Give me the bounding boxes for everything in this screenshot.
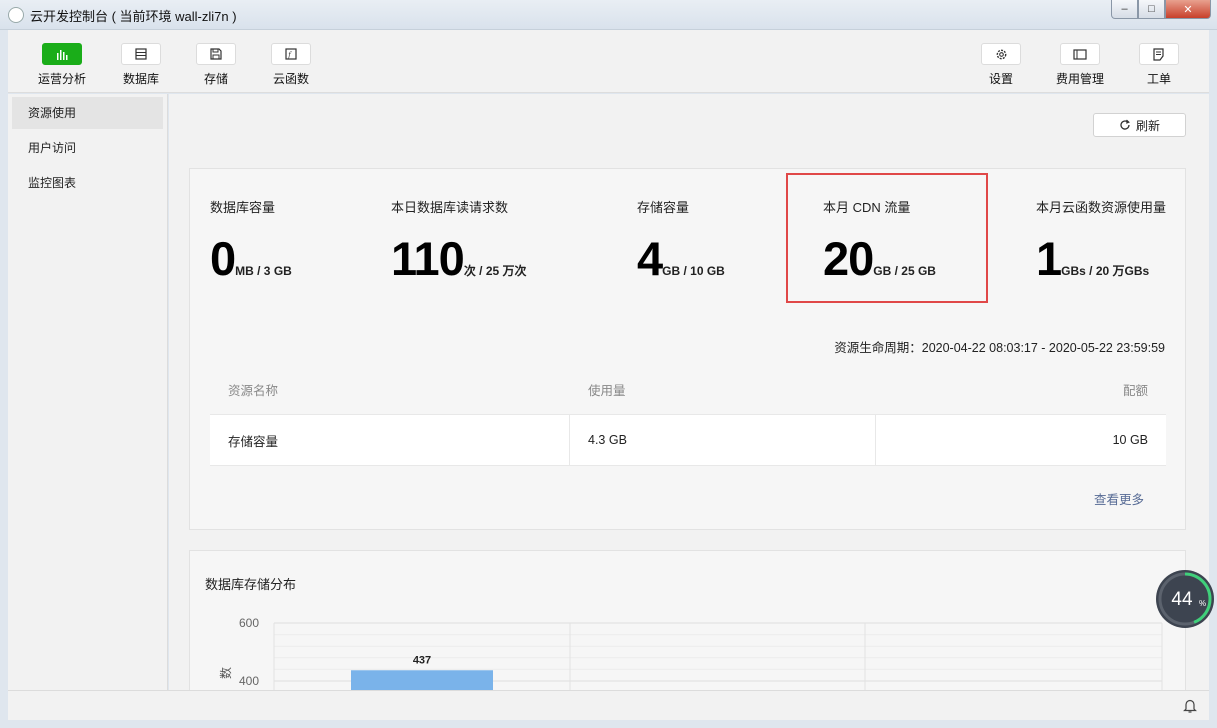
stat-label: 本月云函数资源使用量 [1036,200,1167,215]
sidebar: 资源使用 用户访问 监控图表 [8,94,168,690]
gauge-unit: % [1199,599,1206,608]
y-tick-label: 600 [239,616,259,630]
main-content: 刷新 数据库容量 0MB / 3 GB 本日数据库读请求数 110次 / 25 … [169,94,1209,690]
window-titlebar: 云开发控制台 ( 当前环境 wall-zli7n ) – □ ✕ [0,0,1217,30]
table-cell-quota: 10 GB [1112,433,1148,447]
toolbar-settings-label: 设置 [988,72,1013,86]
y-axis-label: 数 [218,667,233,679]
stat-unit: MB / 3 GB [235,264,292,278]
table-header-row: 资源名称 使用量 配额 [210,364,1166,415]
toolbar-settings[interactable]: 设置 [961,30,1041,93]
gear-icon [996,49,1006,59]
toolbar: 运营分析 数据库 存储 f 云函数 设置 费用管理 工单 [8,30,1209,93]
stat-value: 0 [210,232,236,285]
database-icon [135,48,147,60]
refresh-icon [1120,119,1130,130]
table-row: 存储容量 4.3 GB 10 GB [210,415,1166,466]
sidebar-item-resource-usage[interactable]: 资源使用 [12,97,163,129]
toolbar-storage-label: 存储 [203,72,228,86]
stat-label: 本日数据库读请求数 [391,200,509,215]
progress-gauge[interactable]: 44 % [1155,569,1215,629]
resource-panel: 数据库容量 0MB / 3 GB 本日数据库读请求数 110次 / 25 万次 … [189,168,1186,530]
toolbar-storage[interactable]: 存储 [176,30,256,93]
refresh-label: 刷新 [1135,118,1160,133]
toolbar-ticket-label: 工单 [1146,72,1171,86]
status-bar [8,690,1209,720]
toolbar-database[interactable]: 数据库 [101,30,181,93]
toolbar-billing[interactable]: 费用管理 [1040,30,1120,93]
table-cell-name: 存储容量 [210,415,570,465]
sidebar-item-monitor-charts[interactable]: 监控图表 [12,167,163,199]
storage-icon [210,48,222,60]
app-icon [8,7,24,23]
toolbar-analytics-label: 运营分析 [37,72,86,86]
gauge-value: 44 [1171,589,1193,610]
toolbar-database-label: 数据库 [122,72,159,86]
bar-value-label: 437 [413,654,431,666]
stat-label: 存储容量 [637,200,690,215]
sidebar-item-user-access[interactable]: 用户访问 [12,132,163,164]
stat-value: 1 [1036,232,1062,285]
toolbar-ticket[interactable]: 工单 [1119,30,1199,93]
bar-chart-icon [57,50,68,60]
toolbar-billing-label: 费用管理 [1055,72,1104,86]
minimize-button[interactable]: – [1111,0,1138,19]
table-cell-usage: 4.3 GB [570,415,876,465]
table-header-quota: 配额 [1122,383,1148,398]
billing-icon [1073,48,1087,60]
toolbar-analytics[interactable]: 运营分析 [22,30,102,93]
db-storage-chart-panel: 数据库存储分布 600 400 数 437 [189,550,1186,690]
highlight-box [786,173,988,303]
stat-value: 4 [637,232,663,285]
chart-bar [351,670,493,690]
y-tick-label: 400 [239,674,259,688]
stat-unit: 次 / 25 万次 [463,264,527,278]
svg-text:f: f [287,51,292,59]
resource-table: 资源名称 使用量 配额 存储容量 4.3 GB 10 GB [210,364,1166,466]
refresh-button[interactable]: 刷新 [1093,113,1186,137]
resource-period: 资源生命周期：2020-04-22 08:03:17 - 2020-05-22 … [834,341,1165,355]
toolbar-functions-label: 云函数 [272,72,309,86]
maximize-button[interactable]: □ [1138,0,1165,19]
stat-unit: GB / 10 GB [662,264,725,278]
ticket-icon [1153,47,1164,61]
bell-icon[interactable] [1183,698,1197,713]
function-icon: f [285,48,297,60]
stat-value: 110 [391,232,465,285]
toolbar-functions[interactable]: f 云函数 [251,30,331,93]
table-header-usage: 使用量 [588,383,626,398]
close-button[interactable]: ✕ [1165,0,1211,19]
window-title: 云开发控制台 ( 当前环境 wall-zli7n ) [30,9,237,24]
stat-label: 数据库容量 [210,200,276,215]
view-more-link[interactable]: 查看更多 [1094,489,1144,508]
db-storage-chart: 600 400 数 437 [218,616,1163,690]
table-header-name: 资源名称 [228,383,279,398]
stat-unit: GBs / 20 万GBs [1061,264,1150,278]
